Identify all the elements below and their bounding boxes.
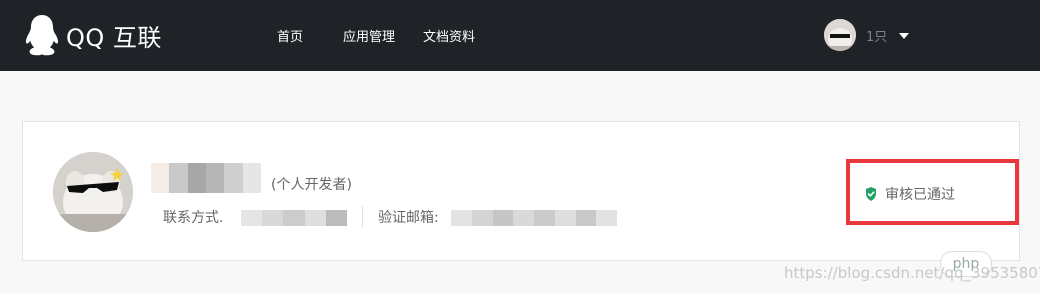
caret-down-icon[interactable] <box>899 33 910 39</box>
check-shield-icon <box>866 187 876 201</box>
developer-avatar <box>53 152 133 232</box>
nav-item-docs[interactable]: 文档资料 <box>423 0 475 71</box>
review-status: 审核已通过 <box>863 184 955 204</box>
review-status-text: 审核已通过 <box>885 187 955 203</box>
user-name[interactable]: 1只 <box>866 26 887 45</box>
blog-watermark: https://blog.csdn.net/qq_39535807 <box>784 264 1040 282</box>
brand-logo[interactable]: QQ 互联 <box>22 13 162 57</box>
nav-link-home[interactable]: 首页 <box>277 26 303 45</box>
email-label: 验证邮箱: <box>378 210 439 226</box>
contact-value-redacted <box>241 210 348 226</box>
email-value-redacted <box>451 210 617 226</box>
nav-link-docs[interactable]: 文档资料 <box>423 26 475 45</box>
top-nav-bar: QQ 互联 首页 应用管理 文档资料 1只 <box>0 0 1040 71</box>
user-menu[interactable]: 1只 <box>824 18 910 52</box>
brand-name: QQ 互联 <box>66 23 162 52</box>
nav-item-app-management[interactable]: 应用管理 <box>343 0 395 71</box>
nav-link-app-management[interactable]: 应用管理 <box>343 26 395 45</box>
developer-role: (个人开发者) <box>271 177 352 193</box>
nav-item-home[interactable]: 首页 <box>277 0 303 71</box>
user-avatar[interactable] <box>824 19 856 51</box>
divider <box>362 206 363 228</box>
qq-penguin-icon <box>25 15 59 56</box>
contact-label: 联系方式. <box>163 210 224 226</box>
developer-name-redacted <box>151 163 261 193</box>
developer-profile-card: (个人开发者) 联系方式. 验证邮箱: 审核已通过 <box>22 121 1020 261</box>
